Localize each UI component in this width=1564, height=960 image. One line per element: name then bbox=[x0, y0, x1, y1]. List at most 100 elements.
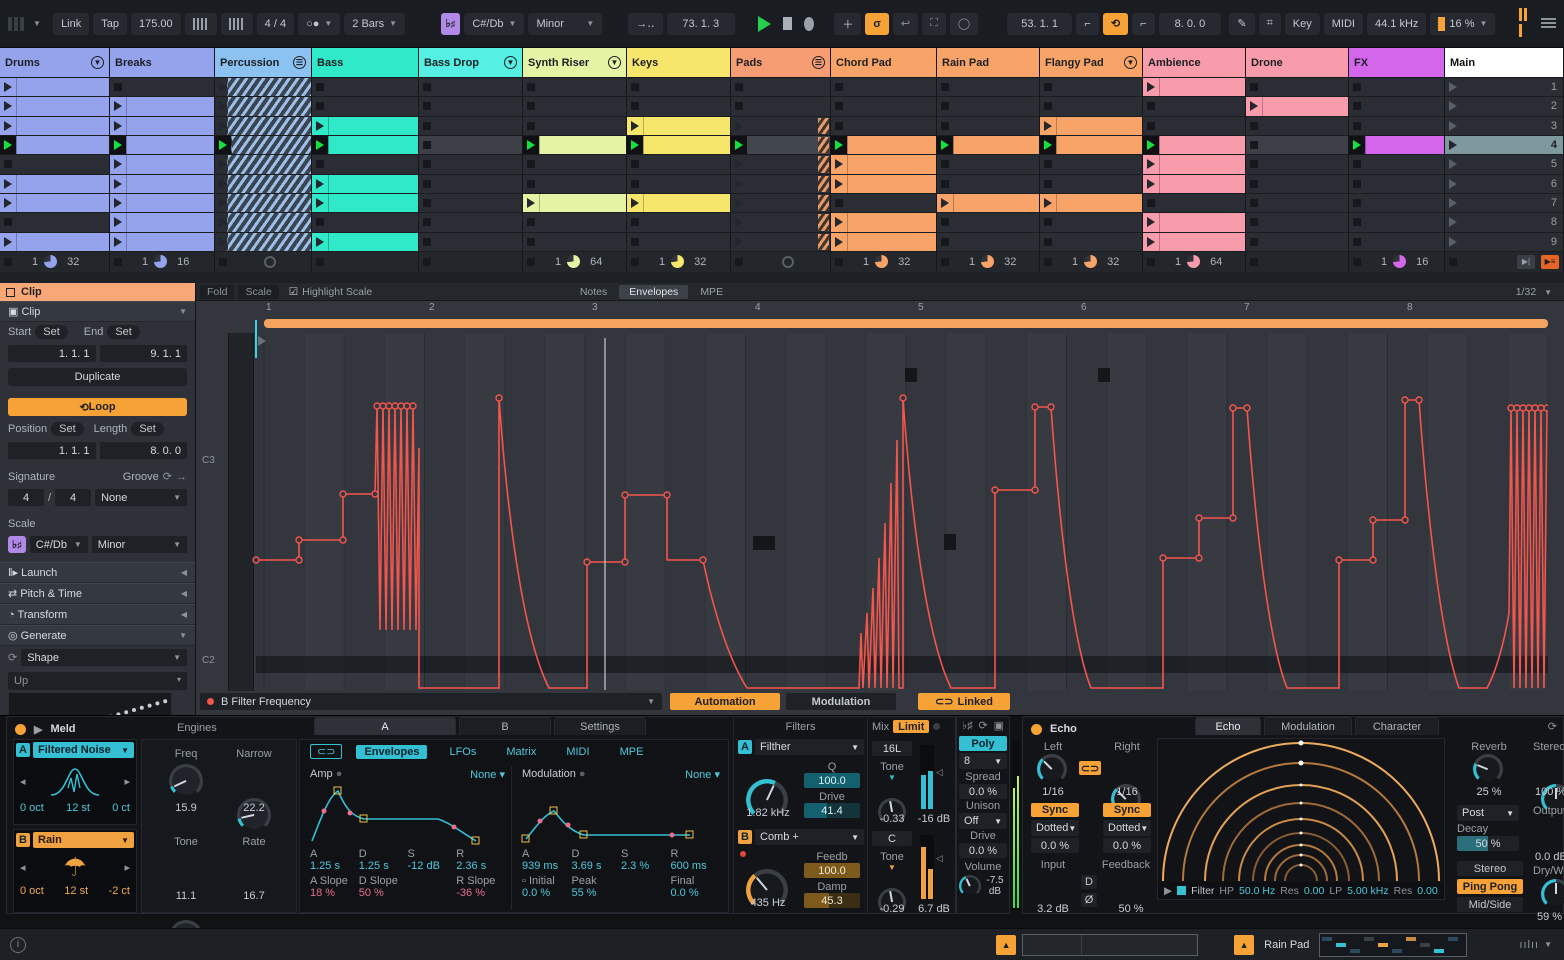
scene-slot-2[interactable]: 2 bbox=[1445, 97, 1563, 117]
echo-right-time-value[interactable]: 1/16 bbox=[1107, 786, 1147, 798]
subtab-mpe[interactable]: MPE bbox=[612, 745, 652, 759]
stop-clip-button[interactable] bbox=[1449, 257, 1457, 266]
set-position-button[interactable]: Set bbox=[51, 422, 84, 436]
clip-slot[interactable] bbox=[1143, 213, 1245, 233]
stop-button[interactable] bbox=[783, 17, 793, 30]
clip-slot[interactable] bbox=[937, 193, 1039, 214]
mix-b-pan[interactable]: C bbox=[872, 831, 912, 846]
group-fold-icon[interactable]: ☰ bbox=[293, 56, 306, 69]
breakpoint[interactable] bbox=[495, 394, 503, 402]
breakpoint[interactable] bbox=[371, 490, 379, 498]
clip-slot[interactable] bbox=[627, 155, 730, 175]
commit-groove-icon[interactable]: → bbox=[176, 471, 187, 483]
clip-slot[interactable] bbox=[1246, 193, 1348, 214]
breakpoint[interactable] bbox=[339, 490, 347, 498]
midi-map-button[interactable]: MIDI bbox=[1323, 12, 1363, 35]
clip-slot[interactable] bbox=[627, 135, 730, 156]
duplicate-button[interactable]: Duplicate bbox=[8, 368, 187, 386]
clip-tab[interactable]: Clip bbox=[0, 283, 195, 301]
clip-slot[interactable] bbox=[0, 78, 109, 98]
clip-slot[interactable] bbox=[1040, 174, 1142, 194]
scale-mode-icon[interactable]: ♭ ♯ bbox=[440, 12, 461, 35]
capture-midi-icon[interactable]: ⛶ bbox=[922, 12, 946, 35]
clip-slot[interactable] bbox=[523, 174, 626, 194]
clip-slot[interactable] bbox=[831, 135, 936, 156]
clip-slot[interactable] bbox=[731, 174, 830, 194]
track-header[interactable]: Bass Drop ▼ bbox=[419, 48, 522, 78]
tone-value[interactable]: 11.1 bbox=[164, 890, 208, 902]
amp-d-slope[interactable]: 50 % bbox=[359, 887, 408, 899]
stop-all-clips-icon[interactable]: ▶| bbox=[1517, 254, 1535, 269]
mix-a-level-handle[interactable]: ◁ bbox=[936, 767, 943, 778]
filter-b-feedb-value[interactable]: 100.0 bbox=[804, 863, 860, 878]
highlight-scale-checkbox[interactable]: ☑ bbox=[289, 286, 298, 298]
mod-sustain[interactable]: 2.3 % bbox=[621, 860, 671, 872]
echo-mode-stereo[interactable]: Stereo bbox=[1457, 861, 1523, 876]
engine-a-oct[interactable]: 0 oct bbox=[20, 802, 44, 814]
echo-left-time-knob[interactable] bbox=[1037, 754, 1067, 784]
clip-slot[interactable] bbox=[312, 116, 418, 136]
clip-slot[interactable] bbox=[215, 174, 311, 194]
scene-slot-8[interactable]: 8 bbox=[1445, 213, 1563, 233]
track-caret-icon[interactable]: ▼ bbox=[91, 56, 104, 69]
echo-right-offset[interactable]: 0.0 % bbox=[1103, 838, 1151, 853]
clip-slot[interactable] bbox=[1143, 97, 1245, 117]
breakpoint[interactable] bbox=[1507, 404, 1515, 412]
clip-slot[interactable] bbox=[1143, 155, 1245, 175]
clip-slot[interactable] bbox=[0, 232, 109, 252]
breakpoint[interactable] bbox=[1159, 554, 1167, 562]
subtab-lfos[interactable]: LFOs bbox=[441, 745, 484, 759]
clip-slot[interactable] bbox=[312, 97, 418, 117]
clip-slot[interactable] bbox=[731, 78, 830, 98]
new-midi-clip-icon[interactable]: ＋ bbox=[834, 12, 862, 35]
follow-button[interactable]: →‥ bbox=[628, 12, 663, 35]
breakpoint[interactable] bbox=[1335, 556, 1343, 564]
engine-b-next-icon[interactable]: ▸ bbox=[124, 861, 130, 874]
breakpoint[interactable] bbox=[1243, 404, 1251, 412]
clip-slot[interactable] bbox=[937, 78, 1039, 98]
echo-right-sync-toggle[interactable]: Sync bbox=[1103, 803, 1151, 817]
clip-slot[interactable] bbox=[1040, 78, 1142, 98]
filter-b-damp-value[interactable]: 45.3 bbox=[804, 893, 860, 908]
amp-attack[interactable]: 1.25 s bbox=[310, 860, 359, 872]
clip-slot[interactable] bbox=[731, 97, 830, 117]
clip-slot[interactable] bbox=[1040, 232, 1142, 252]
track-header[interactable]: Breaks bbox=[110, 48, 214, 78]
clip-slot[interactable] bbox=[523, 78, 626, 98]
breakpoint[interactable] bbox=[1369, 516, 1377, 524]
echo-output-value[interactable]: 0.0 dB bbox=[1535, 851, 1564, 863]
echo-title[interactable]: Echo bbox=[1050, 723, 1077, 735]
clip-slot[interactable] bbox=[1349, 78, 1444, 98]
tap-tempo-button[interactable]: Tap bbox=[93, 12, 127, 35]
mix-a-pan[interactable]: 16L bbox=[872, 741, 912, 756]
breakpoint[interactable] bbox=[1525, 404, 1533, 412]
scene-slot-4[interactable]: 4 bbox=[1445, 135, 1563, 156]
stop-clip-button[interactable] bbox=[1353, 257, 1361, 266]
set-start-button[interactable]: Set bbox=[35, 325, 68, 339]
linked-toggle[interactable]: ⊂⊃ Linked bbox=[918, 693, 1010, 710]
scene-slot-3[interactable]: 3 bbox=[1445, 116, 1563, 136]
breakpoint[interactable] bbox=[409, 402, 417, 410]
clip-slot[interactable] bbox=[731, 193, 830, 214]
automation-lane[interactable] bbox=[196, 298, 1548, 690]
clip-slot[interactable] bbox=[1349, 174, 1444, 194]
computer-midi-keyboard-icon[interactable]: ⌗ bbox=[1258, 12, 1281, 35]
clip-slot[interactable] bbox=[831, 155, 936, 175]
clip-slot[interactable] bbox=[937, 174, 1039, 194]
session-view-icon[interactable] bbox=[1518, 7, 1529, 40]
breakpoint[interactable] bbox=[1229, 514, 1237, 522]
stop-clip-button[interactable] bbox=[1044, 257, 1052, 266]
stop-clip-button[interactable] bbox=[527, 257, 535, 266]
clip-slot[interactable] bbox=[215, 116, 311, 136]
clip-scale-menu[interactable]: Minor ▼ bbox=[91, 536, 187, 553]
launch-section[interactable]: ‖▸ Launch ◀ bbox=[0, 562, 195, 583]
breakpoint[interactable] bbox=[397, 402, 405, 410]
filter-a-q-value[interactable]: 100.0 bbox=[804, 773, 860, 788]
generator-menu[interactable]: Shape ▼ bbox=[21, 649, 187, 666]
signature-denominator-field[interactable]: 4 bbox=[55, 489, 92, 506]
echo-left-sync-toggle[interactable]: Sync bbox=[1031, 803, 1079, 817]
clip-slot[interactable] bbox=[1246, 116, 1348, 136]
track-header[interactable]: Keys bbox=[627, 48, 730, 78]
track-header[interactable]: Main bbox=[1445, 48, 1563, 78]
stop-clip-button[interactable] bbox=[4, 257, 12, 266]
